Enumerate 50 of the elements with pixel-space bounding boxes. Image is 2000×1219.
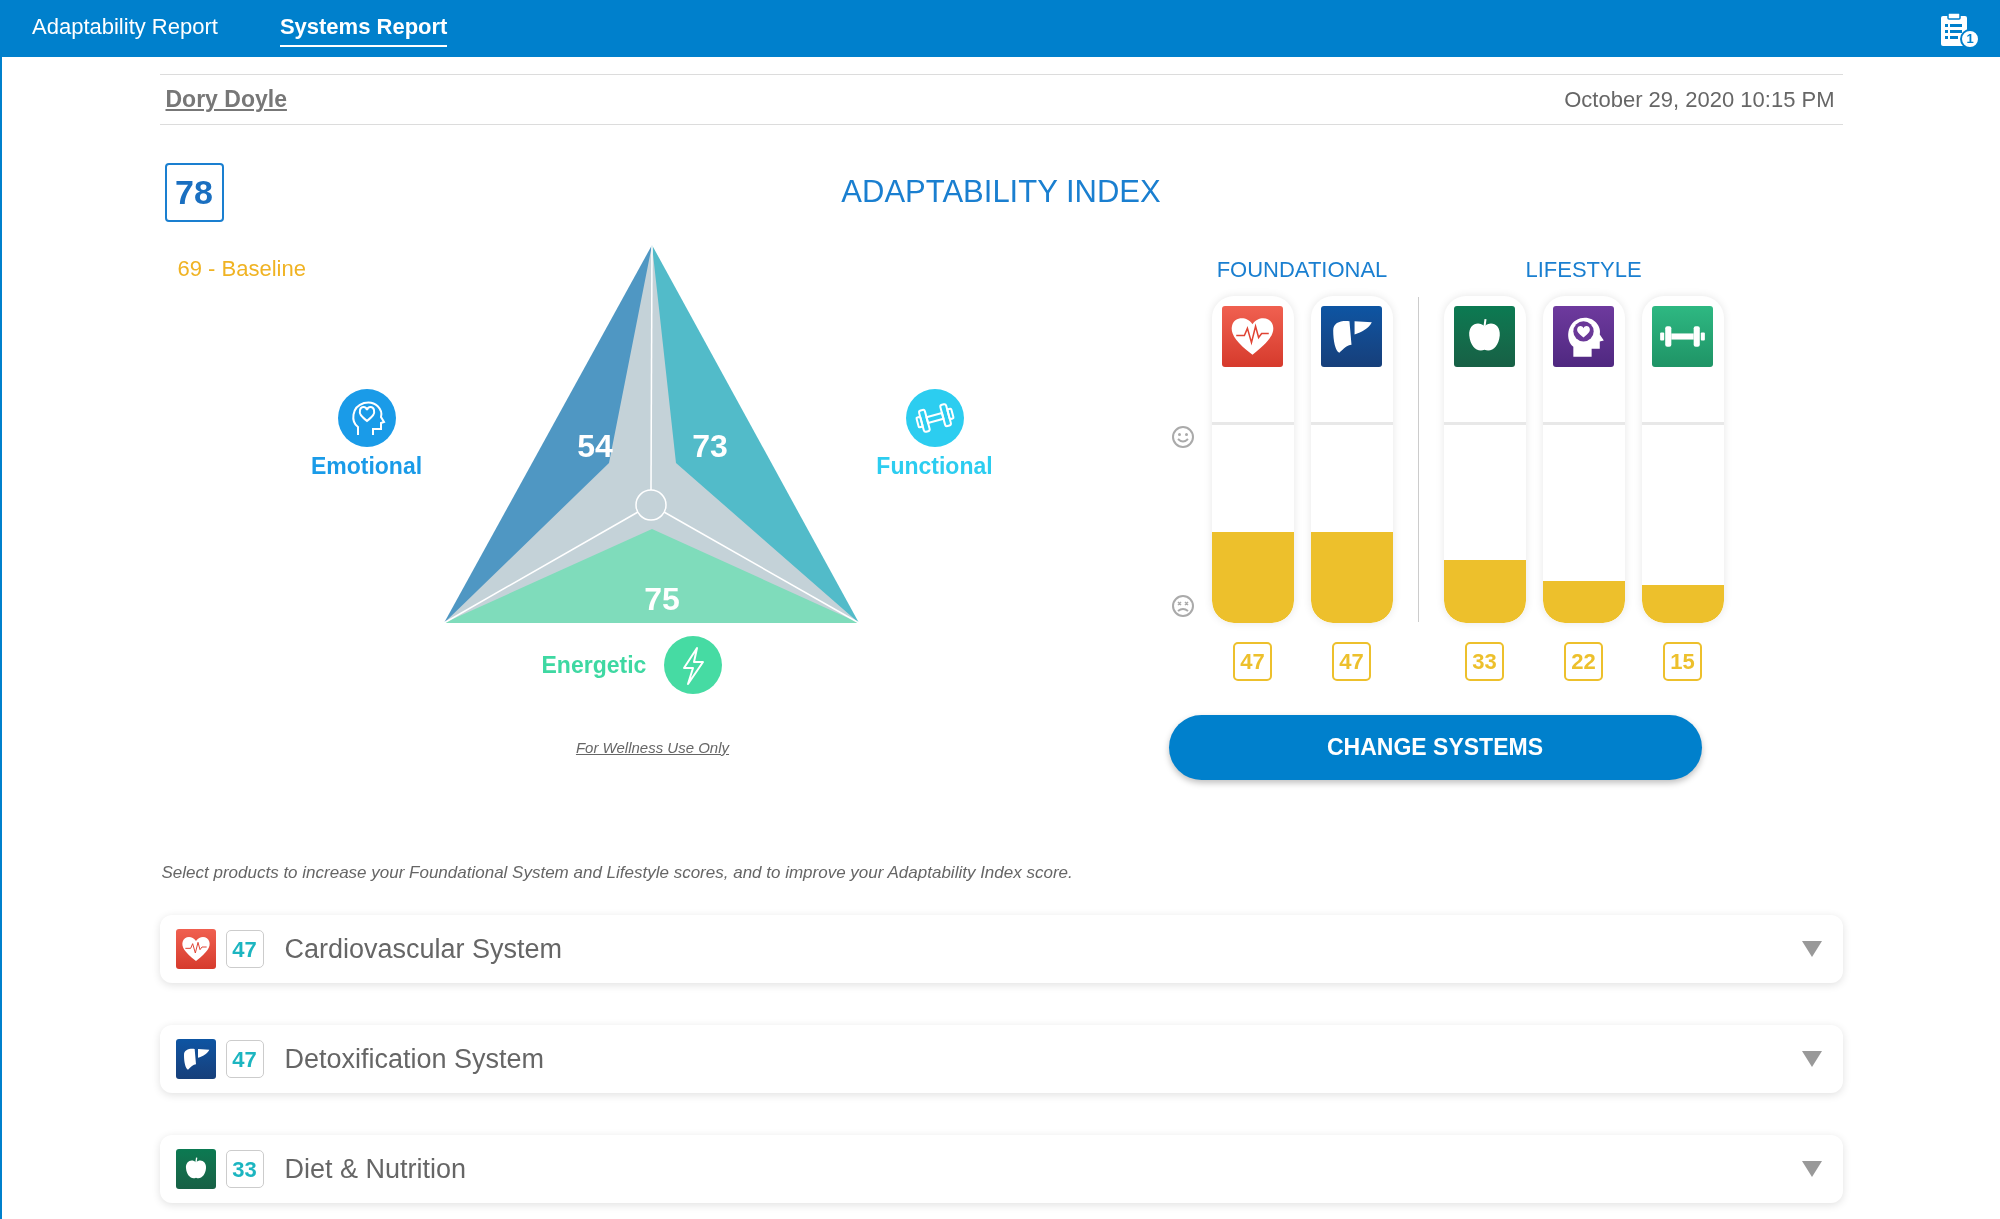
caret-icon[interactable] [1800,1160,1823,1178]
heart-pulse-icon [1222,306,1283,367]
system-title: Detoxification System [284,1042,546,1076]
system-card[interactable] [1443,296,1526,623]
dumbbell-icon [905,389,964,447]
group-title: LIFESTYLE [1525,256,1642,284]
heart-pulse-icon [175,929,216,969]
dimension-label: Emotional [309,452,424,481]
system-card[interactable] [1542,296,1625,623]
index-title: ADAPTABILITY INDEX [841,173,1161,212]
dimension-label: Energetic [541,650,647,680]
system-card[interactable] [1211,296,1294,623]
dumbbell-icon [1652,306,1713,367]
system-score: 47 [225,1040,264,1078]
smiley-icon [1170,425,1195,449]
apple-icon [1454,306,1515,367]
liver-icon [1321,306,1382,367]
change-systems-button[interactable]: CHANGE SYSTEMS [1168,715,1702,780]
client-name-link[interactable]: Dory Doyle [165,82,287,117]
system-score: 47 [1233,642,1272,681]
index-score: 78 [164,163,224,222]
report-date: October 29, 2020 10:15 PM [1564,86,1836,114]
system-accordion-row[interactable]: 47 Cardiovascular System [159,915,1843,983]
apple-icon [175,1149,216,1189]
instruction-text: Select products to increase your Foundational System and Lifestyle scores, and to improve your Adaptability Index score. [160,862,1074,884]
system-score: 22 [1564,642,1603,681]
dimension-score: 54 [576,428,613,464]
dimension-score: 75 [643,581,680,617]
system-score: 47 [1332,642,1371,681]
system-score: 15 [1663,642,1702,681]
dimension-score: 73 [691,428,728,464]
system-score: 47 [225,930,264,968]
group-title: FOUNDATIONAL [1216,256,1388,284]
system-accordion-row[interactable]: 33 Diet & Nutrition [159,1135,1843,1203]
frown-icon [1170,594,1195,618]
system-title: Cardiovascular System [284,932,564,966]
disclaimer-link[interactable]: For Wellness Use Only [552,737,753,760]
system-score: 33 [225,1150,264,1188]
report-tab[interactable]: Systems Report [279,10,448,47]
baseline-score: 69 - Baseline [177,255,306,283]
caret-icon[interactable] [1800,1050,1823,1068]
system-card[interactable] [1310,296,1393,623]
system-score: 33 [1465,642,1504,681]
dimension-label: Functional [875,452,994,481]
caret-icon[interactable] [1800,940,1823,958]
lightning-icon [664,636,723,694]
report-tab[interactable]: Adaptability Report [32,10,218,47]
liver-icon [175,1039,216,1079]
system-title: Diet & Nutrition [284,1152,468,1186]
system-accordion-row[interactable]: 47 Detoxification System [159,1025,1843,1093]
